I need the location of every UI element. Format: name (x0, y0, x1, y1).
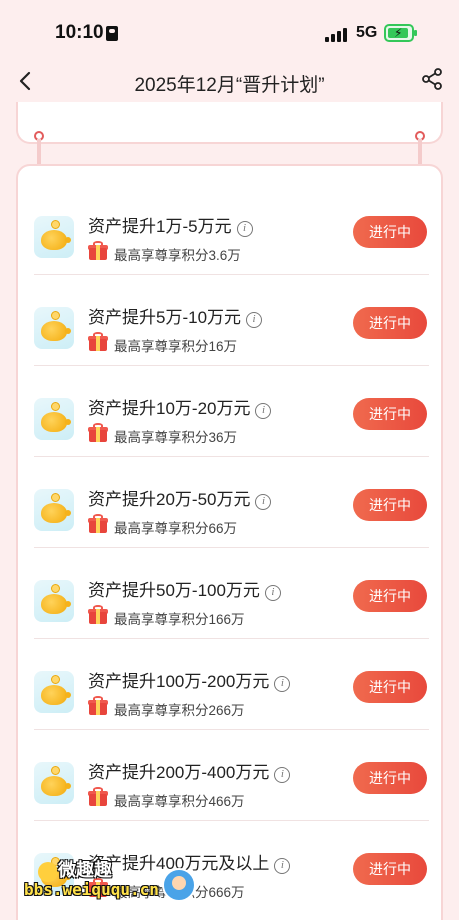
watermark-title: 微趣趣 (58, 860, 112, 880)
tier-reward: 最高享尊享积分66万 (114, 521, 238, 536)
tier-list-card: 资产提升1万-5万元 i 最高享尊享积分3.6万 进行中 资产提升5万-10万元 i 最高享… (16, 164, 443, 920)
share-button[interactable] (421, 68, 443, 90)
gift-icon (88, 787, 108, 806)
tier-reward: 最高享尊享积分466万 (114, 794, 245, 809)
info-icon[interactable]: i (255, 403, 272, 419)
row-divider (34, 820, 429, 821)
status-button[interactable]: 进行中 (353, 489, 427, 521)
tier-title-text: 资产提升50万-100万元 (88, 581, 260, 600)
tier-title: 资产提升200万-400万元 i (88, 758, 291, 783)
row-divider (34, 638, 429, 639)
tier-title-text: 资产提升5万-10万元 (88, 308, 242, 327)
share-icon (422, 68, 442, 90)
piggy-bank-icon (34, 489, 74, 531)
gift-icon (88, 696, 108, 715)
info-icon[interactable]: i (274, 767, 291, 783)
info-icon[interactable]: i (274, 676, 291, 692)
tier-title-text: 资产提升1万-5万元 (88, 217, 232, 236)
top-card (16, 102, 443, 144)
status-button[interactable]: 进行中 (353, 671, 427, 703)
piggy-bank-icon (34, 762, 74, 804)
row-divider (34, 274, 429, 275)
piggy-bank-icon (34, 216, 74, 258)
info-icon[interactable]: i (274, 858, 291, 874)
tier-title: 资产提升5万-10万元 i (88, 303, 263, 328)
tier-title-text: 资产提升20万-50万元 (88, 490, 251, 509)
row-divider (34, 547, 429, 548)
tier-row[interactable]: 资产提升20万-50万元 i 最高享尊享积分66万 进行中 (34, 471, 429, 562)
tier-row[interactable]: 资产提升200万-400万元 i 最高享尊享积分466万 进行中 (34, 744, 429, 835)
watermark-url: bbs.weiququ.cn (24, 880, 159, 899)
tier-title-text: 资产提升10万-20万元 (88, 399, 251, 418)
battery-icon: ⚡ (384, 24, 417, 42)
tier-reward: 最高享尊享积分36万 (114, 430, 238, 445)
gift-icon (88, 241, 108, 260)
person-icon (106, 26, 118, 41)
tier-title-text: 资产提升200万-400万元 (88, 763, 270, 782)
signal-icon (325, 26, 349, 42)
gift-icon (88, 514, 108, 533)
status-button[interactable]: 进行中 (353, 762, 427, 794)
tier-row[interactable]: 资产提升1万-5万元 i 最高享尊享积分3.6万 进行中 (34, 198, 429, 289)
piggy-bank-icon (34, 307, 74, 349)
tier-title-text: 资产提升100万-200万元 (88, 672, 270, 691)
tier-row[interactable]: 资产提升100万-200万元 i 最高享尊享积分266万 进行中 (34, 653, 429, 744)
network-label: 5G (356, 24, 378, 41)
tier-row[interactable]: 资产提升10万-20万元 i 最高享尊享积分36万 进行中 (34, 380, 429, 471)
tier-title: 资产提升20万-50万元 i (88, 485, 272, 510)
tier-title: 资产提升10万-20万元 i (88, 394, 272, 419)
gift-icon (88, 423, 108, 442)
status-time: 10:10 (55, 22, 104, 43)
sun-icon (38, 862, 58, 882)
piggy-bank-icon (34, 671, 74, 713)
info-icon[interactable]: i (246, 312, 263, 328)
row-divider (34, 456, 429, 457)
piggy-bank-icon (34, 398, 74, 440)
info-icon[interactable]: i (264, 585, 281, 601)
tier-reward: 最高享尊享积分3.6万 (114, 248, 241, 263)
info-icon[interactable]: i (255, 494, 272, 510)
status-button[interactable]: 进行中 (353, 853, 427, 885)
status-bar: 10:10 5G ⚡ (0, 0, 459, 62)
row-divider (34, 729, 429, 730)
gift-icon (88, 332, 108, 351)
status-button[interactable]: 进行中 (353, 398, 427, 430)
tier-row[interactable]: 资产提升5万-10万元 i 最高享尊享积分16万 进行中 (34, 289, 429, 380)
status-button[interactable]: 进行中 (353, 216, 427, 248)
tier-title: 资产提升1万-5万元 i (88, 212, 253, 237)
nav-bar: 2025年12月“晋升计划” (0, 62, 459, 102)
tier-reward: 最高享尊享积分166万 (114, 612, 245, 627)
status-button[interactable]: 进行中 (353, 580, 427, 612)
tier-title: 资产提升50万-100万元 i (88, 576, 281, 601)
tier-title: 资产提升100万-200万元 i (88, 667, 291, 692)
watermark: 微趣趣 bbs.weiququ.cn (22, 856, 202, 902)
tier-row[interactable]: 资产提升50万-100万元 i 最高享尊享积分166万 进行中 (34, 562, 429, 653)
gift-icon (88, 605, 108, 624)
back-button[interactable] (14, 68, 38, 94)
tier-reward: 最高享尊享积分16万 (114, 339, 238, 354)
tier-reward: 最高享尊享积分266万 (114, 703, 245, 718)
chevron-left-icon (19, 71, 31, 91)
piggy-bank-icon (34, 580, 74, 622)
info-icon[interactable]: i (236, 221, 253, 237)
row-divider (34, 365, 429, 366)
page-title: 2025年12月“晋升计划” (134, 75, 325, 96)
mascot-icon (162, 868, 196, 902)
status-button[interactable]: 进行中 (353, 307, 427, 339)
